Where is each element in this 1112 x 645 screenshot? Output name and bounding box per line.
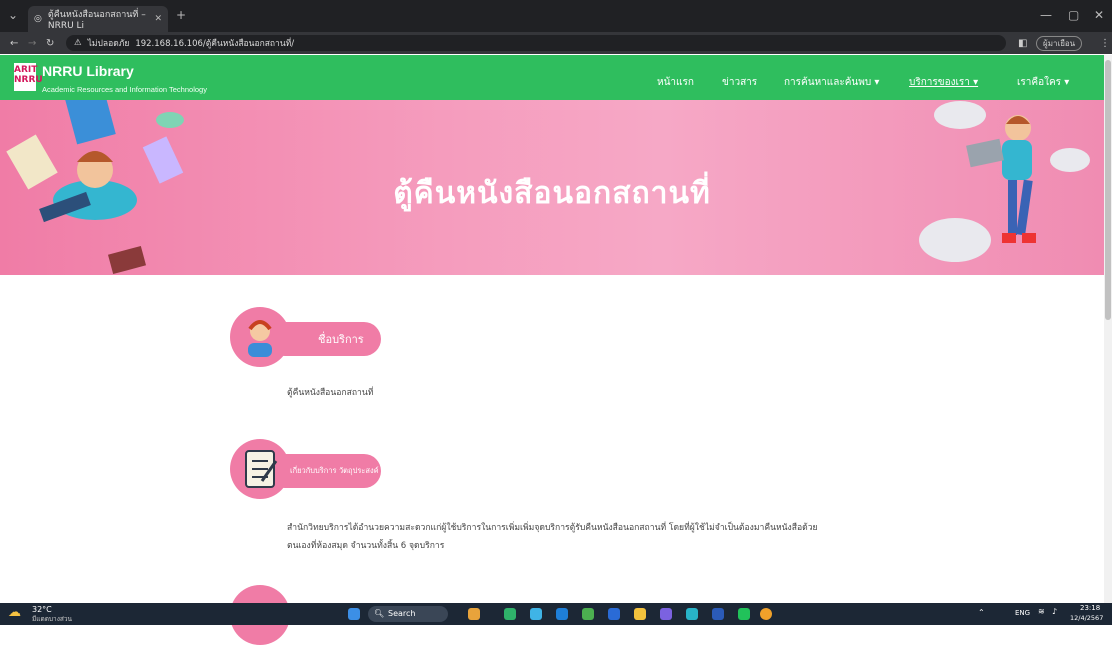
site-brand[interactable]: NRRU Library	[42, 63, 134, 79]
taskbar-search[interactable]: 🔍︎ Search	[368, 606, 448, 622]
about-text-line2: ตนเองที่ห้องสมุด จำนวนทั้งสิ้น 6 จุดบริก…	[287, 541, 445, 551]
clock-time[interactable]: 23:18	[1080, 604, 1100, 612]
weather-desc: มีแดดบางส่วน	[32, 615, 72, 623]
browser-tab[interactable]: ◎ ตู้คืนหนังสือนอกสถานที่ – NRRU Li ✕	[28, 6, 168, 32]
back-icon[interactable]: ←	[10, 38, 18, 49]
volume-icon[interactable]: ♪	[1052, 607, 1057, 616]
tab-title: ตู้คืนหนังสือนอกสถานที่ – NRRU Li	[47, 10, 146, 31]
scrollbar-thumb[interactable]	[1105, 60, 1111, 320]
site-favicon-icon: ◎	[34, 14, 42, 24]
forward-icon[interactable]: →	[28, 38, 36, 49]
hero-banner: ตู้คืนหนังสือนอกสถานที่	[0, 100, 1104, 275]
clock-date[interactable]: 12/4/2567	[1070, 614, 1103, 622]
section-heading-text: เกี่ยวกับบริการ วัตถุประสงค์	[290, 466, 379, 475]
site-navbar: ARIT NRRU NRRU Library Academic Resource…	[0, 55, 1104, 100]
wifi-icon[interactable]: ≋	[1038, 607, 1045, 616]
checklist-icon-graphic	[245, 450, 278, 488]
menu-news[interactable]: ข่าวสาร	[722, 75, 757, 90]
site-brand-sub: Academic Resources and Information Techn…	[42, 85, 207, 94]
menu-icon[interactable]: ⋮	[1100, 38, 1110, 49]
tray-chevron-icon[interactable]: ⌃	[978, 608, 985, 617]
word-icon[interactable]	[712, 608, 724, 620]
agent-icon-graphic	[248, 320, 272, 357]
restore-icon[interactable]: ▢	[1068, 8, 1079, 22]
close-window-icon[interactable]: ✕	[1094, 8, 1104, 22]
file-explorer-icon[interactable]	[634, 608, 646, 620]
support-agent-icon	[230, 307, 290, 367]
menu-home[interactable]: หน้าแรก	[657, 75, 694, 90]
edge-icon[interactable]	[530, 608, 542, 620]
app-icon[interactable]	[608, 608, 620, 620]
menu-about-us[interactable]: เราคือใคร ▾	[1017, 75, 1069, 90]
arit-logo[interactable]: ARIT NRRU	[14, 63, 43, 91]
warning-icon: ⚠	[74, 38, 82, 48]
close-tab-icon[interactable]: ✕	[154, 14, 162, 24]
widget-icon[interactable]	[468, 608, 480, 620]
menu-search-discover[interactable]: การค้นหาและค้นพบ ▾	[784, 75, 879, 90]
new-tab-button[interactable]: +	[176, 8, 186, 22]
app-icon[interactable]	[504, 608, 516, 620]
address-bar-row: ← → ↻ ⚠ ไม่ปลอดภัย 192.168.16.106/ตู้คืน…	[0, 32, 1112, 54]
reload-icon[interactable]: ↻	[46, 38, 54, 49]
checklist-icon	[230, 439, 290, 499]
taskbar-search-label: Search	[388, 609, 416, 618]
start-icon[interactable]	[348, 608, 360, 620]
sidepanel-icon[interactable]: ◧	[1018, 38, 1027, 49]
app-icon[interactable]	[582, 608, 594, 620]
store-icon[interactable]	[556, 608, 568, 620]
url-text: 192.168.16.106/ตู้คืนหนังสือนอกสถานที่/	[135, 39, 295, 49]
windows-taskbar: ☁ 32°C มีแดดบางส่วน 🔍︎ Search ⌃ ENG ≋ ♪ …	[0, 603, 1112, 625]
weather-temp[interactable]: 32°C	[32, 605, 52, 614]
search-icon: 🔍︎	[374, 609, 385, 618]
about-text-line1: สำนักวิทยบริการได้อำนวยความสะดวกแก่ผู้ใช…	[287, 523, 818, 533]
teams-icon[interactable]	[660, 608, 672, 620]
hero-title: ตู้คืนหนังสือนอกสถานที่	[393, 176, 711, 211]
app-icon[interactable]	[686, 608, 698, 620]
browser-titlebar: ⌄ ◎ ตู้คืนหนังสือนอกสถานที่ – NRRU Li ✕ …	[0, 0, 1112, 32]
profile-button[interactable]: ผู้มาเยือน	[1036, 35, 1083, 51]
url-field[interactable]: ⚠ ไม่ปลอดภัย 192.168.16.106/ตู้คืนหนังสื…	[66, 35, 1006, 51]
minimize-icon[interactable]: —	[1040, 8, 1052, 22]
menu-our-services[interactable]: บริการของเรา ▾	[909, 75, 978, 90]
language-indicator[interactable]: ENG	[1015, 609, 1030, 617]
chrome-icon[interactable]	[760, 608, 772, 620]
service-name-text: ตู้คืนหนังสือนอกสถานที่	[287, 388, 374, 398]
line-icon[interactable]	[738, 608, 750, 620]
weather-icon[interactable]: ☁	[8, 605, 21, 620]
tab-search-icon[interactable]: ⌄	[8, 8, 18, 22]
security-label: ไม่ปลอดภัย	[87, 39, 130, 49]
section-heading-text: ชื่อบริการ	[318, 333, 364, 346]
